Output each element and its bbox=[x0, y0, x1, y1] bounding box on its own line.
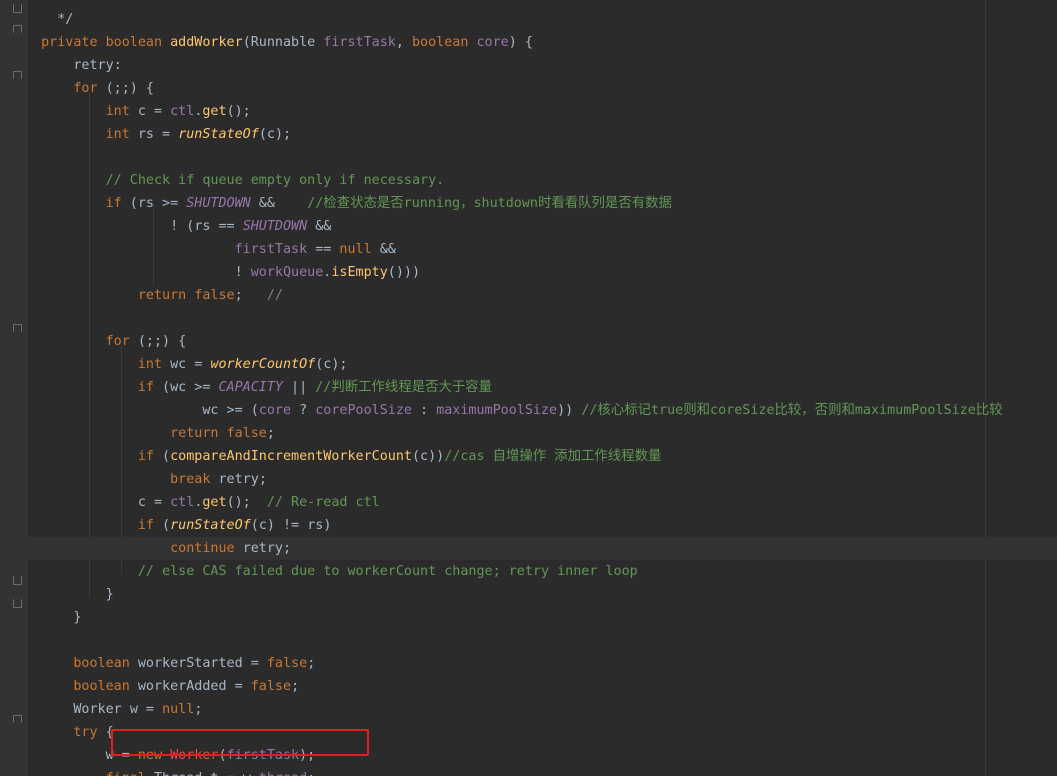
code-line[interactable]: if (runStateOf(c) != rs) bbox=[0, 514, 1057, 537]
code-line[interactable]: c = ctl.get(); // Re-read ctl bbox=[0, 491, 1057, 514]
code-line[interactable]: boolean workerAdded = false; bbox=[0, 675, 1057, 698]
code-line[interactable] bbox=[0, 307, 1057, 330]
code-area[interactable]: */ private boolean addWorker(Runnable fi… bbox=[0, 0, 1057, 776]
code-line[interactable]: int rs = runStateOf(c); bbox=[0, 123, 1057, 146]
code-line[interactable]: if (wc >= CAPACITY || //判断工作线程是否大于容量 bbox=[0, 376, 1057, 399]
code-line[interactable]: if (rs >= SHUTDOWN && //检查状态是否running，sh… bbox=[0, 192, 1057, 215]
code-line[interactable]: } bbox=[0, 583, 1057, 606]
code-line[interactable]: int wc = workerCountOf(c); bbox=[0, 353, 1057, 376]
code-line[interactable]: private boolean addWorker(Runnable first… bbox=[0, 31, 1057, 54]
code-editor[interactable]: */ private boolean addWorker(Runnable fi… bbox=[0, 0, 1057, 776]
code-line[interactable]: } bbox=[0, 606, 1057, 629]
code-line[interactable]: return false; // bbox=[0, 284, 1057, 307]
code-line[interactable]: int c = ctl.get(); bbox=[0, 100, 1057, 123]
code-line[interactable]: Worker w = null; bbox=[0, 698, 1057, 721]
code-line[interactable]: boolean workerStarted = false; bbox=[0, 652, 1057, 675]
code-line[interactable]: final Thread t = w.thread; bbox=[0, 767, 1057, 776]
code-line[interactable]: for (;;) { bbox=[0, 330, 1057, 353]
code-line[interactable]: // else CAS failed due to workerCount ch… bbox=[0, 560, 1057, 583]
code-line[interactable]: break retry; bbox=[0, 468, 1057, 491]
code-line[interactable] bbox=[0, 629, 1057, 652]
code-line[interactable]: if (compareAndIncrementWorkerCount(c))//… bbox=[0, 445, 1057, 468]
code-line[interactable]: for (;;) { bbox=[0, 77, 1057, 100]
highlight-box bbox=[111, 729, 369, 756]
code-line[interactable]: retry: bbox=[0, 54, 1057, 77]
code-line[interactable] bbox=[0, 146, 1057, 169]
code-line[interactable]: firstTask == null && bbox=[0, 238, 1057, 261]
code-line[interactable]: continue retry; bbox=[0, 537, 1057, 560]
code-line[interactable]: ! workQueue.isEmpty())) bbox=[0, 261, 1057, 284]
code-line[interactable]: wc >= (core ? corePoolSize : maximumPool… bbox=[0, 399, 1057, 422]
code-line[interactable]: return false; bbox=[0, 422, 1057, 445]
code-line[interactable]: ! (rs == SHUTDOWN && bbox=[0, 215, 1057, 238]
code-line[interactable]: // Check if queue empty only if necessar… bbox=[0, 169, 1057, 192]
code-line[interactable]: */ bbox=[0, 8, 1057, 31]
